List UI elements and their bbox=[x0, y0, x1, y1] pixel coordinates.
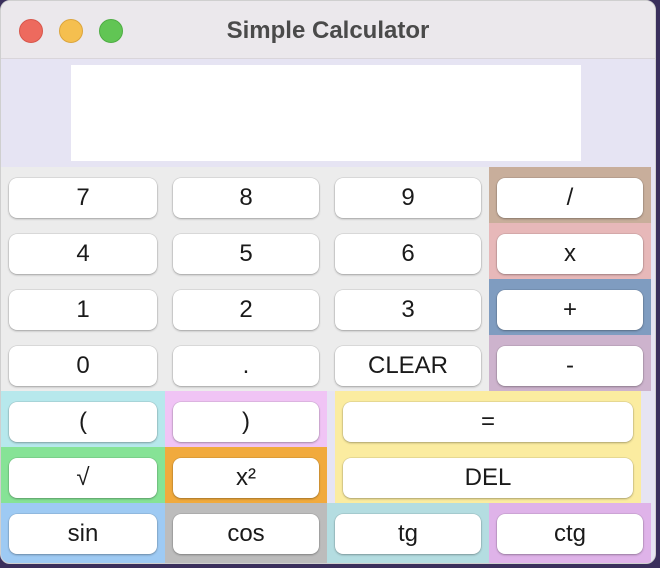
key-cell-ctg: ctg bbox=[489, 503, 651, 563]
calculator-window: Simple Calculator 7 8 9 / 4 5 6 x 1 2 3 … bbox=[0, 0, 656, 564]
close-paren-button[interactable]: ) bbox=[173, 402, 319, 442]
key-cell-sin: sin bbox=[1, 503, 165, 563]
clear-button[interactable]: CLEAR bbox=[335, 346, 481, 386]
key-cell-divide: / bbox=[489, 167, 651, 223]
equals-button[interactable]: = bbox=[343, 402, 633, 442]
key-cell-5: 5 bbox=[165, 223, 327, 279]
key-cell-9: 9 bbox=[327, 167, 489, 223]
key-cell-cos: cos bbox=[165, 503, 327, 563]
key-cell-4: 4 bbox=[1, 223, 165, 279]
key-cell-plus: + bbox=[489, 279, 651, 335]
digit-6-button[interactable]: 6 bbox=[335, 234, 481, 274]
digit-0-button[interactable]: 0 bbox=[9, 346, 157, 386]
key-cell-6: 6 bbox=[327, 223, 489, 279]
plus-button[interactable]: + bbox=[497, 290, 643, 330]
open-paren-button[interactable]: ( bbox=[9, 402, 157, 442]
key-cell-del: DEL bbox=[335, 447, 641, 503]
minus-button[interactable]: - bbox=[497, 346, 643, 386]
key-cell-rparen: ) bbox=[165, 391, 327, 447]
display-field bbox=[71, 65, 581, 161]
key-cell-clear: CLEAR bbox=[327, 335, 489, 391]
key-cell-minus: - bbox=[489, 335, 651, 391]
key-cell-tg: tg bbox=[327, 503, 489, 563]
digit-5-button[interactable]: 5 bbox=[173, 234, 319, 274]
digit-7-button[interactable]: 7 bbox=[9, 178, 157, 218]
square-root-button[interactable]: √ bbox=[9, 458, 157, 498]
delete-button[interactable]: DEL bbox=[343, 458, 633, 498]
key-cell-sqrt: √ bbox=[1, 447, 165, 503]
digit-4-button[interactable]: 4 bbox=[9, 234, 157, 274]
key-cell-0: 0 bbox=[1, 335, 165, 391]
ctg-button[interactable]: ctg bbox=[497, 514, 643, 554]
cos-button[interactable]: cos bbox=[173, 514, 319, 554]
calculator-body: 7 8 9 / 4 5 6 x 1 2 3 + 0 . CLEAR - () … bbox=[1, 59, 655, 563]
digit-1-button[interactable]: 1 bbox=[9, 290, 157, 330]
decimal-point-button[interactable]: . bbox=[173, 346, 319, 386]
divide-button[interactable]: / bbox=[497, 178, 643, 218]
digit-9-button[interactable]: 9 bbox=[335, 178, 481, 218]
key-cell-1: 1 bbox=[1, 279, 165, 335]
window-title: Simple Calculator bbox=[226, 17, 430, 44]
square-button[interactable]: x² bbox=[173, 458, 319, 498]
tg-button[interactable]: tg bbox=[335, 514, 481, 554]
key-cell-8: 8 bbox=[165, 167, 327, 223]
key-cell-square: x² bbox=[165, 447, 327, 503]
key-cell-equals: = bbox=[335, 391, 641, 447]
key-cell-lparen: ( bbox=[1, 391, 165, 447]
multiply-button[interactable]: x bbox=[497, 234, 643, 274]
digit-3-button[interactable]: 3 bbox=[335, 290, 481, 330]
key-cell-7: 7 bbox=[1, 167, 165, 223]
key-cell-3: 3 bbox=[327, 279, 489, 335]
title-bar: Simple Calculator bbox=[1, 1, 655, 59]
digit-2-button[interactable]: 2 bbox=[173, 290, 319, 330]
key-cell-2: 2 bbox=[165, 279, 327, 335]
digit-8-button[interactable]: 8 bbox=[173, 178, 319, 218]
sin-button[interactable]: sin bbox=[9, 514, 157, 554]
key-cell-multiply: x bbox=[489, 223, 651, 279]
key-cell-dot: . bbox=[165, 335, 327, 391]
